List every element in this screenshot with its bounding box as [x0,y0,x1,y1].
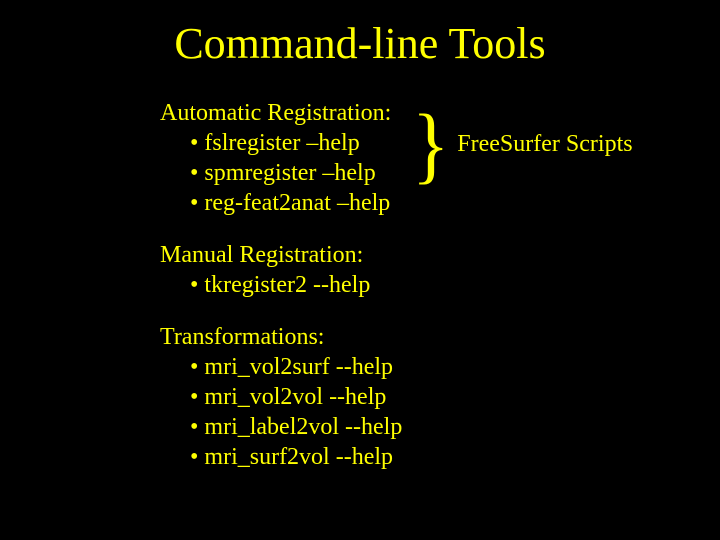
content-block: Automatic Registration: • fslregister –h… [160,98,402,494]
section-heading: Automatic Registration: [160,98,402,128]
list-item: • mri_vol2vol --help [190,382,402,412]
section-heading: Manual Registration: [160,240,402,270]
list-item: • mri_label2vol --help [190,412,402,442]
brace-label: FreeSurfer Scripts [457,131,632,158]
section-heading: Transformations: [160,322,402,352]
brace-annotation: } FreeSurfer Scripts [410,106,633,183]
list-item: • mri_vol2surf --help [190,352,402,382]
list-item: • mri_surf2vol --help [190,442,402,472]
section-transformations: Transformations: • mri_vol2surf --help •… [160,322,402,472]
list-item: • fslregister –help [190,128,402,158]
page-title: Command-line Tools [0,18,720,69]
section-automatic: Automatic Registration: • fslregister –h… [160,98,402,218]
curly-brace-icon: } [412,106,449,183]
section-manual: Manual Registration: • tkregister2 --hel… [160,240,402,300]
list-item: • spmregister –help [190,158,402,188]
list-item: • tkregister2 --help [190,270,402,300]
list-item: • reg-feat2anat –help [190,188,402,218]
